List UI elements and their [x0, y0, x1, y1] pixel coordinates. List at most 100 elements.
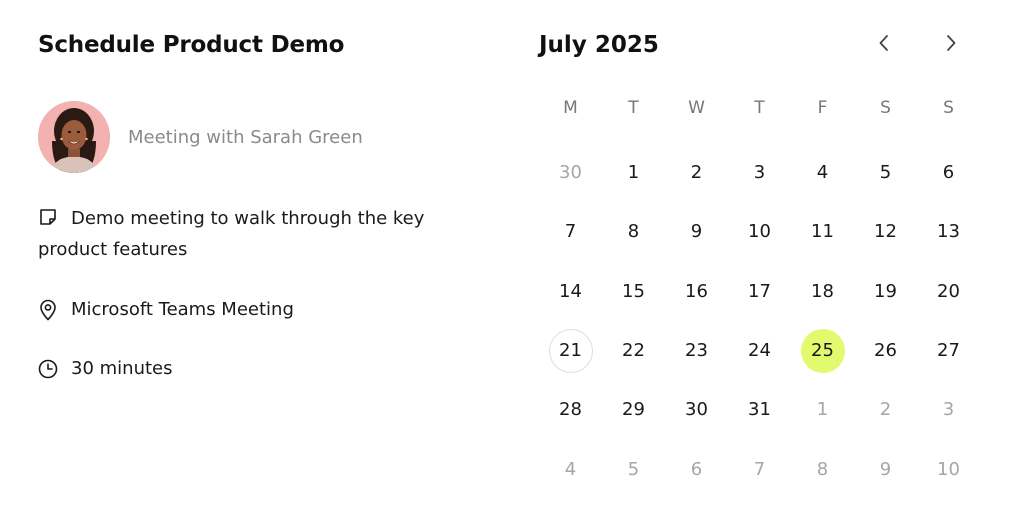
calendar-day[interactable]: 15: [612, 269, 656, 313]
calendar-day-cell: 7: [728, 439, 791, 498]
calendar-day[interactable]: 27: [927, 329, 971, 373]
calendar-day[interactable]: 26: [864, 329, 908, 373]
weekday-label: W: [688, 98, 705, 118]
calendar-day-cell: 15: [602, 262, 665, 321]
calendar-day[interactable]: 8: [612, 210, 656, 254]
calendar-day-cell: 1: [602, 143, 665, 202]
calendar-day[interactable]: 17: [738, 269, 782, 313]
calendar-day[interactable]: 19: [864, 269, 908, 313]
calendar-day-cell: 23: [665, 321, 728, 380]
calendar-day[interactable]: 20: [927, 269, 971, 313]
calendar-day-cell: 16: [665, 262, 728, 321]
calendar-day[interactable]: 29: [612, 388, 656, 432]
clock-icon: [38, 355, 58, 383]
weekday-label: F: [817, 98, 828, 118]
calendar-day-cell: 21: [539, 321, 602, 380]
calendar-day[interactable]: 6: [927, 151, 971, 195]
calendar-day-cell: 10: [917, 439, 980, 498]
calendar-day[interactable]: 22: [612, 329, 656, 373]
calendar-day[interactable]: 23: [675, 329, 719, 373]
calendar-day[interactable]: 1: [612, 151, 656, 195]
next-month-button[interactable]: [937, 31, 965, 59]
calendar-day-cell: 3: [917, 380, 980, 439]
calendar-day[interactable]: 5: [864, 151, 908, 195]
calendar-day[interactable]: 31: [738, 388, 782, 432]
calendar-day[interactable]: 2: [675, 151, 719, 195]
description-row: Demo meeting to walk through the key pro…: [38, 205, 478, 264]
weekday-label: S: [943, 98, 954, 118]
previous-month-button[interactable]: [870, 31, 898, 59]
calendar-day-outside-month[interactable]: 5: [612, 447, 656, 491]
calendar-day[interactable]: 7: [549, 210, 593, 254]
calendar-day[interactable]: 3: [738, 151, 782, 195]
calendar-day-outside-month[interactable]: 8: [801, 447, 845, 491]
host-row: Meeting with Sarah Green: [38, 101, 478, 173]
calendar-day-cell: 10: [728, 202, 791, 261]
calendar-day-outside-month[interactable]: 30: [549, 151, 593, 195]
note-icon: [38, 207, 58, 236]
calendar-day-cell: 20: [917, 262, 980, 321]
calendar-day[interactable]: 24: [738, 329, 782, 373]
calendar-day-outside-month[interactable]: 10: [927, 447, 971, 491]
calendar-day-cell: 3: [728, 143, 791, 202]
calendar-grid: 30 1 2 3 4 5 6 7 8 9 10 11 12 13 14 15 16 17 18 19 20 21 22 23 2…: [539, 143, 981, 499]
weekday-label: S: [880, 98, 891, 118]
calendar-day[interactable]: 16: [675, 269, 719, 313]
calendar-day-cell: 17: [728, 262, 791, 321]
calendar-day-outside-month[interactable]: 3: [927, 388, 971, 432]
calendar-day[interactable]: 4: [801, 151, 845, 195]
calendar-day[interactable]: 14: [549, 269, 593, 313]
calendar-day[interactable]: 11: [801, 210, 845, 254]
calendar-day-outside-month[interactable]: 4: [549, 447, 593, 491]
calendar-day-cell: 7: [539, 202, 602, 261]
calendar-day-selected[interactable]: 25: [800, 328, 845, 373]
event-description: Demo meeting to walk through the key pro…: [38, 208, 425, 260]
calendar-day-cell: 6: [917, 143, 980, 202]
calendar-day-cell: 26: [854, 321, 917, 380]
location-row: Microsoft Teams Meeting: [38, 296, 478, 324]
calendar-day[interactable]: 9: [675, 210, 719, 254]
calendar-day-cell: 8: [602, 202, 665, 261]
avatar: [38, 101, 110, 173]
calendar-day-outside-month[interactable]: 7: [738, 447, 782, 491]
calendar-day-cell: 28: [539, 380, 602, 439]
calendar-day[interactable]: 13: [927, 210, 971, 254]
calendar-day-cell: 14: [539, 262, 602, 321]
host-name: Meeting with Sarah Green: [128, 126, 363, 148]
booking-page: Schedule Product Demo Meeting with Sarah…: [0, 0, 1011, 524]
duration-row: 30 minutes: [38, 355, 478, 383]
calendar-day-cell: 29: [602, 380, 665, 439]
calendar-day-cell: 30: [539, 143, 602, 202]
event-location: Microsoft Teams Meeting: [71, 299, 294, 320]
month-label: July 2025: [539, 32, 659, 58]
calendar-day-cell: 24: [728, 321, 791, 380]
calendar-day[interactable]: 30: [675, 388, 719, 432]
calendar-day[interactable]: 12: [864, 210, 908, 254]
calendar-day-outside-month[interactable]: 2: [864, 388, 908, 432]
calendar-day-cell: 5: [602, 439, 665, 498]
weekday-label: T: [754, 98, 765, 118]
calendar-day[interactable]: 28: [549, 388, 593, 432]
calendar-day-cell: 12: [854, 202, 917, 261]
chevron-left-icon: [877, 33, 891, 57]
calendar-day-today[interactable]: 21: [548, 328, 593, 373]
calendar-day-cell: 8: [791, 439, 854, 498]
calendar-day-cell: 18: [791, 262, 854, 321]
calendar-day-cell: 2: [854, 380, 917, 439]
calendar-day-cell: 22: [602, 321, 665, 380]
calendar-day-cell: 4: [791, 143, 854, 202]
calendar-day[interactable]: 18: [801, 269, 845, 313]
calendar-day-cell: 11: [791, 202, 854, 261]
weekday-header: M T W T F S S: [539, 94, 981, 122]
calendar-day-cell: 9: [665, 202, 728, 261]
calendar-day-cell: 4: [539, 439, 602, 498]
calendar-day-outside-month[interactable]: 9: [864, 447, 908, 491]
calendar-day-cell: 2: [665, 143, 728, 202]
calendar-day-cell: 13: [917, 202, 980, 261]
calendar-day[interactable]: 10: [738, 210, 782, 254]
calendar-day-cell: 1: [791, 380, 854, 439]
weekday-label: T: [628, 98, 639, 118]
calendar-day-cell: 25: [791, 321, 854, 380]
calendar-day-outside-month[interactable]: 6: [675, 447, 719, 491]
calendar-day-outside-month[interactable]: 1: [801, 388, 845, 432]
